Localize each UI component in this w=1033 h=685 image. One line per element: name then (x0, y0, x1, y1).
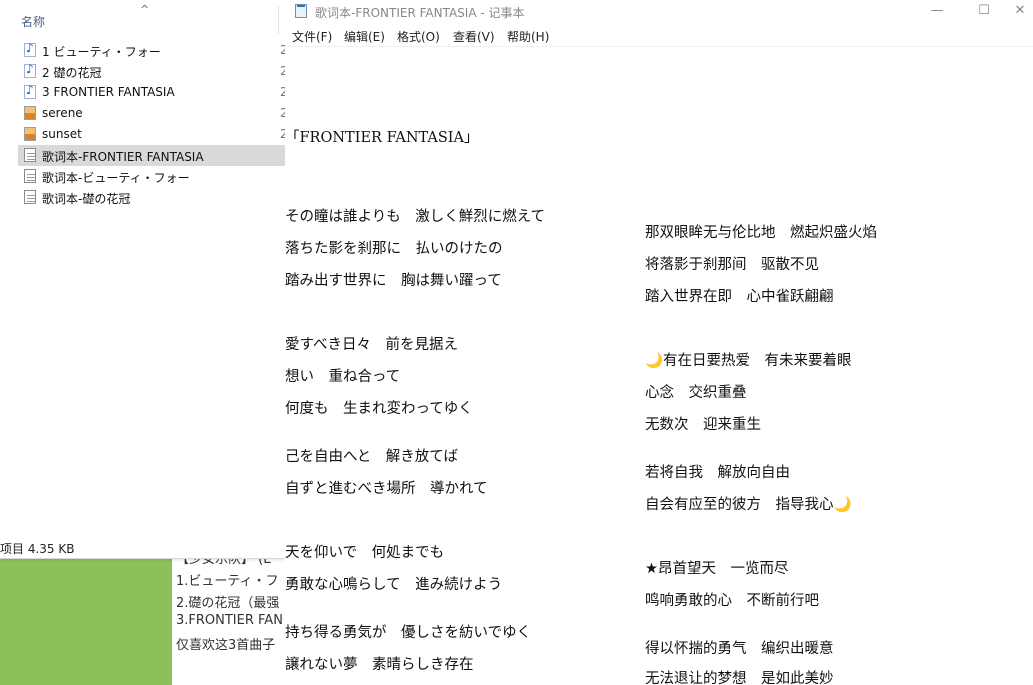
file-name: sunset (42, 127, 82, 141)
column-separator[interactable] (278, 6, 279, 34)
file-name: 歌词本-礎の花冠 (42, 192, 131, 206)
text-file-icon (24, 190, 36, 204)
file-name: 歌词本-ビューティ・フォー (42, 171, 190, 185)
sort-ascending-icon: ^ (140, 3, 150, 16)
music-file-icon (24, 41, 36, 57)
bg-note-line: 仅喜欢这3首曲子 (176, 638, 276, 653)
file-row[interactable]: 歌词本-礎の花冠 (18, 187, 285, 208)
lyric-line-ja: その瞳は誰よりも 激しく鮮烈に燃えて (285, 209, 545, 225)
lyric-line-ja: 自ずと進むべき場所 導かれて (285, 481, 488, 497)
file-row[interactable]: 2 礎の花冠 2 (18, 61, 285, 82)
notepad-app-icon[interactable] (295, 4, 307, 18)
text-file-icon (24, 169, 36, 183)
lyric-line-zh: 无数次 迎来重生 (645, 417, 761, 433)
lyric-line-zh: 心念 交织重叠 (645, 385, 747, 401)
background-window-text: 【少女乐队】 (E 1.ビューティ・フ 2.礎の花冠（最强 3.FRONTIER… (172, 558, 285, 685)
bg-note-line: 【少女乐队】 (E (176, 558, 272, 567)
music-file-icon (24, 62, 36, 78)
column-header: 名称 ^ (0, 0, 285, 38)
lyric-line-zh: 将落影于刹那间 驱散不见 (645, 257, 819, 273)
menu-view[interactable]: 查看(V) (453, 28, 495, 45)
lyric-line-ja: 譲れない夢 素晴らしき存在 (285, 657, 474, 673)
text-editor-area[interactable]: 「FRONTIER FANTASIA」 その瞳は誰よりも 激しく鮮烈に燃えて 落… (285, 46, 1033, 685)
file-name: 歌词本-FRONTIER FANTASIA (42, 150, 204, 164)
image-file-icon (24, 106, 36, 120)
lyric-line-ja: 愛すべき日々 前を見据え (285, 337, 458, 353)
file-name: 2 礎の花冠 (42, 66, 102, 80)
status-bar: 项目 4.35 KB (0, 542, 75, 556)
bg-note-line: 2.礎の花冠（最强 (176, 596, 280, 611)
lyric-line-ja: 天を仰いで 何処までも (285, 545, 445, 561)
file-row[interactable]: 3 FRONTIER FANTASIA 2 (18, 82, 285, 103)
bg-note-line: 3.FRONTIER FAN (176, 613, 283, 628)
lyric-line-zh: 鸣响勇敢的心 不断前行吧 (645, 593, 819, 609)
text-file-icon (24, 148, 36, 162)
file-name: serene (42, 106, 83, 120)
lyric-line-ja: 踏み出す世界に 胸は舞い躍って (285, 273, 502, 289)
lyric-line-zh: 若将自我 解放向自由 (645, 465, 790, 481)
title-bar[interactable]: 歌词本-FRONTIER FANTASIA - 记事本 — ☐ ✕ (285, 0, 1033, 24)
file-row[interactable]: 1 ビューティ・フォー 2 (18, 40, 285, 61)
menu-file[interactable]: 文件(F) (292, 28, 332, 45)
lyric-line-zh: 得以怀揣的勇气 编织出暖意 (645, 641, 834, 657)
menu-edit[interactable]: 编辑(E) (344, 28, 385, 45)
lyric-line-ja: 想い 重ね合って (285, 369, 401, 385)
file-row[interactable]: 歌词本-ビューティ・フォー (18, 166, 285, 187)
file-explorer-window: 名称 ^ 1 ビューティ・フォー 2 2 礎の花冠 2 3 FRONTIER F… (0, 0, 286, 559)
lyric-line-zh: 无法退让的梦想 是如此美妙 (645, 671, 834, 685)
maximize-button[interactable]: ☐ (961, 0, 1007, 24)
window-title: 歌词本-FRONTIER FANTASIA - 记事本 (315, 6, 525, 20)
bg-note-line: 1.ビューティ・フ (176, 574, 279, 589)
lyric-line-zh: 踏入世界在即 心中雀跃翩翩 (645, 289, 834, 305)
lyric-line-zh: 🌙有在日要热爱 有未来要着眼 (645, 353, 852, 369)
file-name: 3 FRONTIER FANTASIA (42, 85, 175, 99)
lyric-line-ja: 落ちた影を刹那に 払いのけたの (285, 241, 503, 257)
file-row[interactable]: serene 2 (18, 103, 285, 124)
desktop-wallpaper-area (0, 558, 172, 685)
column-name-header[interactable]: 名称 (21, 13, 45, 30)
menu-format[interactable]: 格式(O) (397, 28, 440, 45)
menu-bar: 文件(F) 编辑(E) 格式(O) 查看(V) 帮助(H) (285, 24, 1033, 47)
menu-help[interactable]: 帮助(H) (507, 28, 549, 45)
lyric-line-zh: ★昂首望天 一览而尽 (645, 561, 789, 577)
song-title-line: 「FRONTIER FANTASIA」 (285, 130, 479, 146)
lyric-line-zh: 自会有应至的彼方 指导我心🌙 (645, 497, 852, 513)
music-file-icon (24, 83, 36, 99)
file-name: 1 ビューティ・フォー (42, 45, 161, 59)
close-button[interactable]: ✕ (1007, 0, 1033, 24)
minimize-button[interactable]: — (914, 0, 960, 24)
lyric-line-zh: 那双眼眸无与伦比地 燃起炽盛火焰 (645, 225, 877, 241)
image-file-icon (24, 127, 36, 141)
file-row-selected[interactable]: 歌词本-FRONTIER FANTASIA (18, 145, 285, 166)
lyric-line-ja: 己を自由へと 解き放てば (285, 449, 458, 465)
lyric-line-ja: 勇敢な心鳴らして 進み続けよう (285, 577, 503, 593)
file-row[interactable]: sunset 2 (18, 124, 285, 145)
notepad-window: 歌词本-FRONTIER FANTASIA - 记事本 — ☐ ✕ 文件(F) … (285, 0, 1033, 685)
lyric-line-ja: 何度も 生まれ変わってゆく (285, 401, 473, 417)
lyric-line-ja: 持ち得る勇気が 優しさを紡いでゆく (285, 625, 532, 641)
